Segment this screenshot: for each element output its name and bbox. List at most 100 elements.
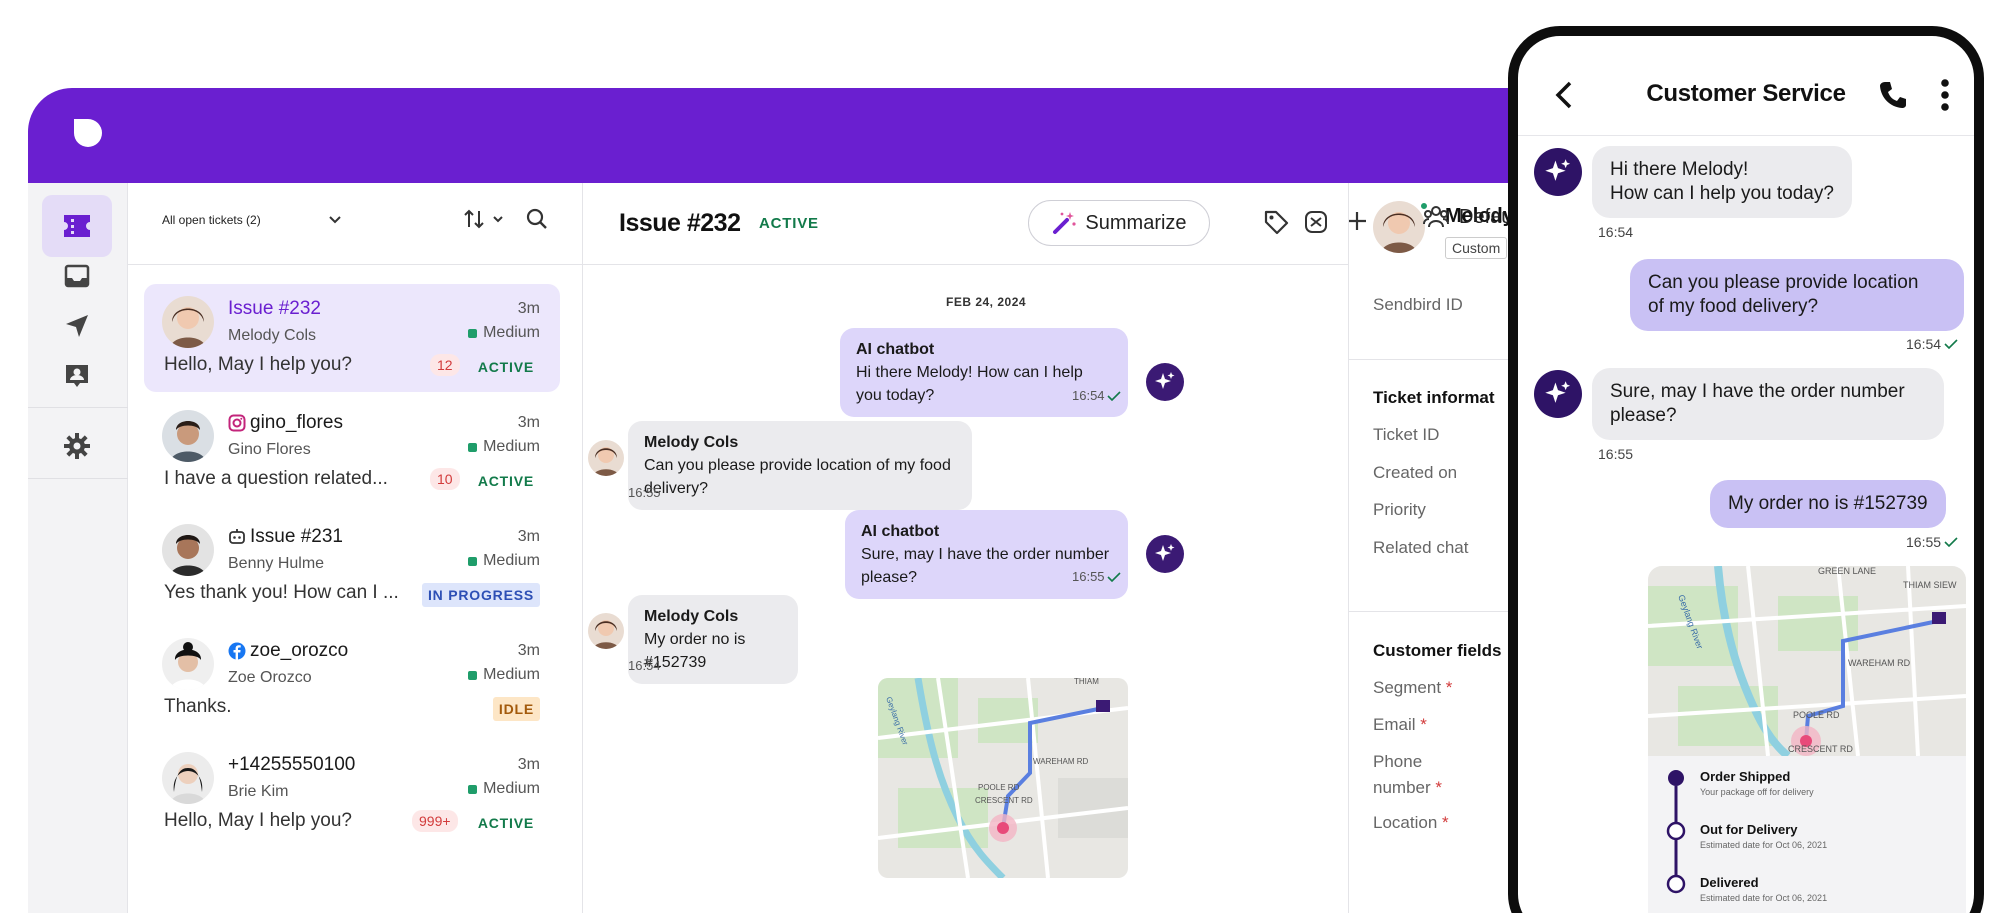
priority-dot xyxy=(468,442,478,452)
status-badge: IDLE xyxy=(492,697,540,721)
bot-icon xyxy=(229,529,245,544)
message-sender: AI chatbot xyxy=(856,341,935,358)
ticket-priority-label: Medium xyxy=(483,552,540,569)
facebook-icon xyxy=(228,642,246,660)
ticket-priority-label: Medium xyxy=(483,666,540,683)
ticket-item[interactable]: Issue #232 Melody Cols 3m Medium Hello, … xyxy=(144,284,560,392)
bot-avatar xyxy=(1534,148,1582,196)
map-street-label: GREEN LANE xyxy=(1818,566,1876,576)
ticket-item[interactable]: Issue #231 Benny Hulme 3m Medium Yes tha… xyxy=(144,512,560,620)
user-avatar xyxy=(588,613,624,649)
team-icon xyxy=(1423,206,1449,228)
status-badge: ACTIVE xyxy=(759,215,819,232)
ticket-time: 3m xyxy=(517,414,540,431)
field-label: Ticket ID xyxy=(1373,425,1440,444)
ticket-customer: Gino Flores xyxy=(228,441,311,458)
ticket-filter-dropdown[interactable]: All open tickets (2) xyxy=(162,213,341,227)
ticket-time: 3m xyxy=(517,642,540,659)
delivery-tracking-card[interactable]: GREEN LANE THIAM SIEW WAREHAM RD POOLE R… xyxy=(1648,566,1966,913)
user-avatar xyxy=(588,440,624,476)
bot-message-bubble: Sure, may I have the order number please… xyxy=(1592,368,1944,440)
ticket-name-row: zoe_orozco xyxy=(228,640,348,662)
message-time: 16:54 xyxy=(628,658,661,673)
message-line: Can you please provide location xyxy=(1648,272,1919,293)
top-bar xyxy=(28,88,1568,183)
desk-app-window: All open tickets (2) Issue #232 Melody C… xyxy=(28,88,1568,913)
ticket-priority: Medium xyxy=(468,780,540,798)
ticket-time: 3m xyxy=(517,528,540,545)
message-time-label: 16:55 xyxy=(1906,534,1942,550)
nav-contacts[interactable] xyxy=(42,345,112,407)
message-time-label: 16:55 xyxy=(1072,569,1105,584)
tracking-step-title: Delivered xyxy=(1700,875,1759,890)
ticket-time: 3m xyxy=(517,756,540,773)
map-street-label: WAREHAM RD xyxy=(1033,757,1088,766)
priority-dot xyxy=(468,556,478,566)
sparkle-icon xyxy=(1155,544,1175,561)
tag-icon[interactable] xyxy=(1263,209,1289,235)
message-time: 16:55 xyxy=(1072,569,1121,584)
message-time: 16:55 xyxy=(628,485,661,500)
check-icon xyxy=(1106,390,1121,401)
summarize-label: Summarize xyxy=(1085,211,1187,234)
ticket-customer: Zoe Orozco xyxy=(228,669,312,686)
message-sender: AI chatbot xyxy=(861,523,940,540)
field-label-text: Location xyxy=(1373,813,1438,832)
avatar xyxy=(162,752,214,804)
chat-panel: Issue #232 ACTIVE Summarize FEB 24, 2024… xyxy=(583,183,1366,913)
ticket-item[interactable]: gino_flores Gino Flores 3m Medium I have… xyxy=(144,398,560,506)
message-time: 16:54 xyxy=(1598,224,1634,240)
required-mark: * xyxy=(1420,715,1427,734)
search-icon[interactable] xyxy=(526,208,548,230)
user-message-bubble: Melody Cols Can you please provide locat… xyxy=(628,421,972,510)
phone-call-icon[interactable] xyxy=(1878,80,1908,110)
unread-count-badge: 12 xyxy=(430,354,460,376)
more-vertical-icon[interactable] xyxy=(1940,78,1950,112)
avatar xyxy=(162,410,214,462)
message-line: please? xyxy=(1610,405,1677,426)
unread-count-badge: 999+ xyxy=(412,810,458,832)
message-time-label: 16:54 xyxy=(1906,336,1942,352)
bot-message-bubble: AI chatbot Sure, may I have the order nu… xyxy=(845,510,1128,599)
ticket-name: Issue #231 xyxy=(250,526,343,547)
priority-dot xyxy=(468,670,478,680)
bot-handoff-icon[interactable] xyxy=(1303,209,1329,235)
delivery-map[interactable]: THIAM WAREHAM RD POOLE RD CRESCENT RD Ge… xyxy=(878,678,1128,878)
ticket-name: gino_flores xyxy=(250,412,343,433)
customer-fields-heading: Customer fields xyxy=(1373,641,1502,660)
nav-divider xyxy=(28,407,128,408)
sparkle-icon xyxy=(1545,381,1571,403)
sort-icon xyxy=(464,209,484,229)
sort-button[interactable] xyxy=(462,207,504,231)
chevron-down-icon xyxy=(493,216,503,223)
tracking-step: Out for Delivery Estimated date for Oct … xyxy=(1700,822,1827,850)
ticket-customer: Melody Cols xyxy=(228,327,317,344)
tracking-timeline xyxy=(1666,770,1686,894)
ticket-list-panel: All open tickets (2) Issue #232 Melody C… xyxy=(128,183,583,913)
map-street-label: CRESCENT RD xyxy=(1788,744,1853,754)
ticket-filter-label: All open tickets (2) xyxy=(162,213,261,227)
message-line: My order no is #152739 xyxy=(1728,493,1928,514)
chat-title: Issue #232 xyxy=(619,209,741,237)
tracking-step-sub: Your package off for delivery xyxy=(1700,787,1814,797)
user-message-bubble: Can you please provide location of my fo… xyxy=(1630,259,1964,331)
status-badge: IN PROGRESS xyxy=(421,583,540,607)
ticket-name: zoe_orozco xyxy=(250,640,349,661)
ticket-customer: Brie Kim xyxy=(228,783,289,800)
required-mark: * xyxy=(1445,678,1453,697)
tracking-step-title: Order Shipped xyxy=(1700,769,1791,784)
ticket-item[interactable]: zoe_orozco Zoe Orozco 3m Medium Thanks. … xyxy=(144,626,560,734)
ticket-name-row: Issue #231 xyxy=(228,526,343,548)
avatar xyxy=(162,524,214,576)
ticket-priority: Medium xyxy=(468,552,540,570)
ticket-item[interactable]: +14255550100 Brie Kim 3m Medium Hello, M… xyxy=(144,740,560,848)
nav-settings[interactable] xyxy=(42,415,112,477)
check-icon xyxy=(1106,571,1121,582)
sendbird-logo xyxy=(74,119,102,147)
nav-rail xyxy=(28,183,128,913)
check-icon xyxy=(1944,537,1958,547)
ticket-priority: Medium xyxy=(468,324,540,342)
ticket-priority-label: Medium xyxy=(483,780,540,797)
summarize-button[interactable]: Summarize xyxy=(1028,200,1210,246)
ticket-icon xyxy=(64,215,90,237)
